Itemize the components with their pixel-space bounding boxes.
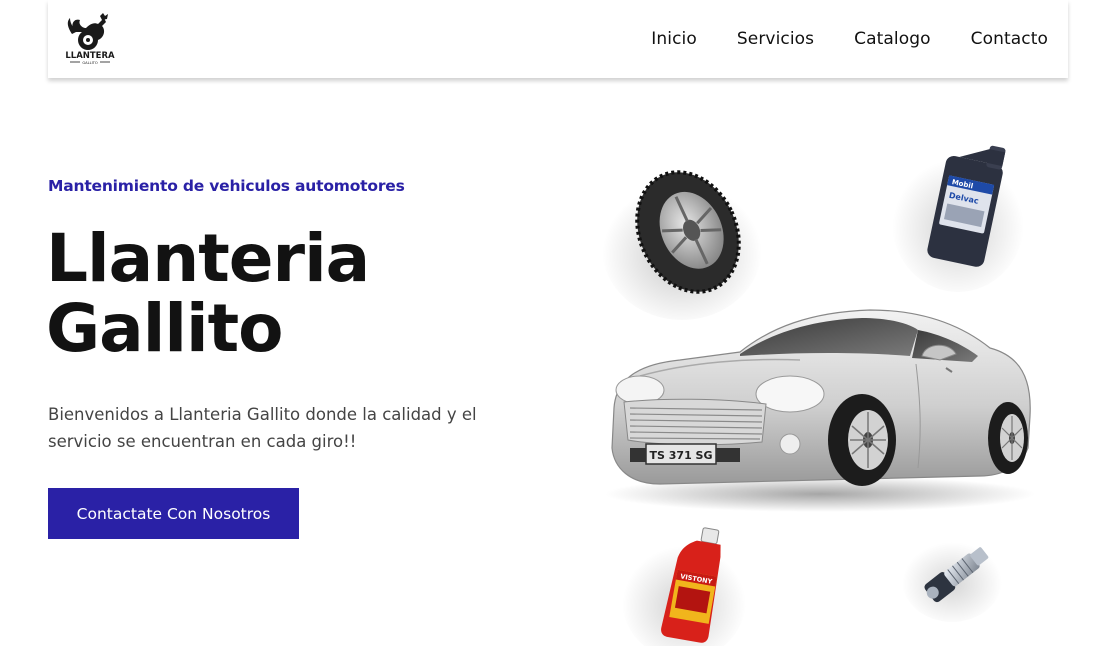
additive-bottle-image: VISTONY — [620, 520, 750, 646]
hero-title-line1: Llanteria — [46, 220, 370, 297]
nav-link-servicios[interactable]: Servicios — [737, 29, 814, 49]
navbar: LLANTERA GALLITO Inicio Servicios Catalo… — [48, 0, 1068, 78]
motor-oil-image: Mobil Delvac — [888, 132, 1028, 292]
tire-image — [600, 150, 770, 320]
nav-link-catalogo[interactable]: Catalogo — [854, 29, 931, 49]
brand-logo[interactable]: LLANTERA GALLITO — [60, 10, 120, 66]
hero-eyebrow: Mantenimiento de vehiculos automotores — [48, 177, 405, 195]
logo-subtext: GALLITO — [82, 61, 98, 65]
license-plate-text: TS 371 SG — [650, 449, 713, 462]
nav-link-contacto[interactable]: Contacto — [971, 29, 1048, 49]
hero-title-line2: Gallito — [46, 290, 283, 367]
front-wheel — [828, 394, 896, 486]
rooster-tire-logo-icon: LLANTERA GALLITO — [65, 13, 115, 65]
logo-text: LLANTERA — [65, 51, 115, 61]
rear-wheel — [988, 402, 1028, 474]
hero-title: Llanteria Gallito — [46, 220, 370, 367]
hero-description: Bienvenidos a Llanteria Gallito donde la… — [48, 405, 477, 451]
contact-cta-button[interactable]: Contactate Con Nosotros — [48, 488, 299, 539]
car-image: TS 371 SG — [600, 298, 1040, 518]
main-nav: Inicio Servicios Catalogo Contacto — [651, 0, 1048, 78]
tire-valve-image — [900, 524, 1010, 624]
nav-link-inicio[interactable]: Inicio — [651, 29, 697, 49]
